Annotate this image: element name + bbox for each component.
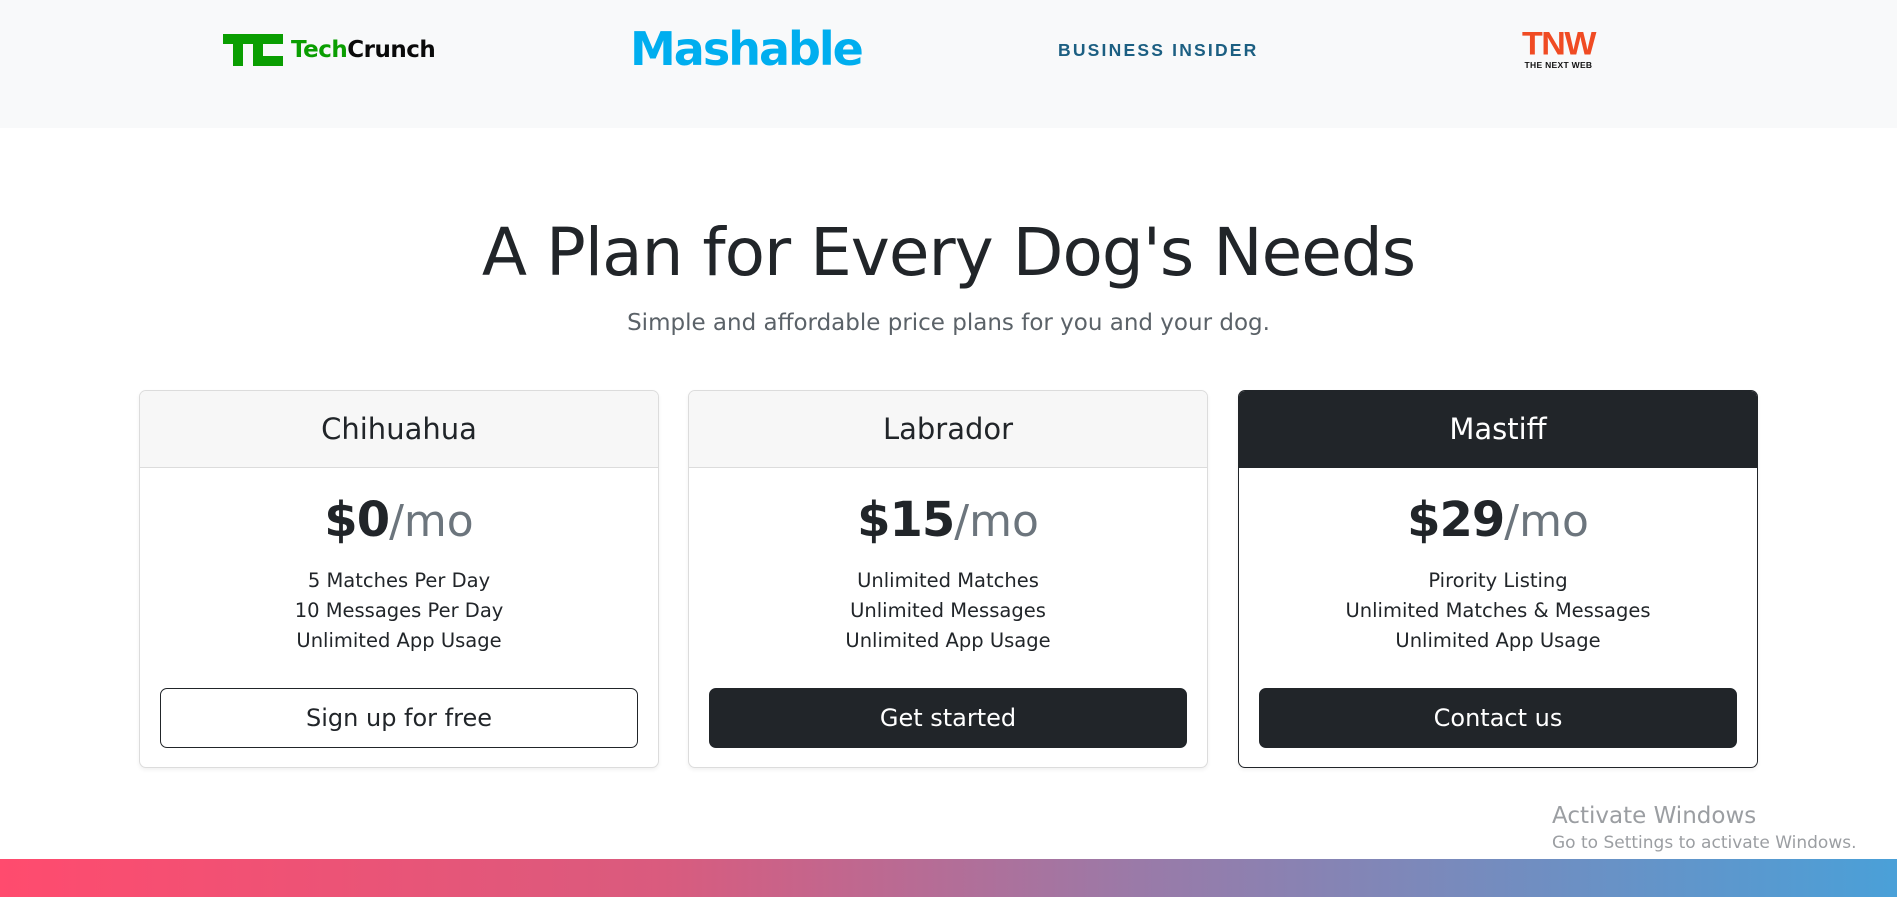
plan-features: Unlimited Matches Unlimited Messages Unl… [689,566,1207,656]
plan-feature: Unlimited Messages [850,599,1046,622]
plan-features: 5 Matches Per Day 10 Messages Per Day Un… [140,566,658,656]
plan-feature: Unlimited Matches [857,569,1039,592]
plan-name: Chihuahua [140,391,658,468]
mashable-logo: Mashable [630,22,864,76]
plan-feature: Unlimited Matches & Messages [1345,599,1651,622]
techcrunch-mark-icon [223,34,283,66]
plan-feature: Unlimited App Usage [845,629,1051,652]
plan-price-amount: $0 [324,492,390,548]
plan-name: Mastiff [1239,391,1757,468]
pricing-title: A Plan for Every Dog's Needs [481,214,1416,291]
tnw-logo: TNW THE NEXT WEB [1522,25,1596,70]
contact-us-button[interactable]: Contact us [1259,688,1737,748]
get-started-button[interactable]: Get started [709,688,1187,748]
plan-card-chihuahua: Chihuahua $0/mo 5 Matches Per Day 10 Mes… [139,390,659,768]
plan-feature: 5 Matches Per Day [307,569,491,592]
plan-price: $29/mo [1239,490,1757,552]
plan-feature: 10 Messages Per Day [294,599,504,622]
pricing-subtitle: Simple and affordable price plans for yo… [627,310,1270,336]
press-logos-section: TechCrunch Mashable BUSINESS INSIDER TNW… [0,0,1897,128]
plan-price-period: /mo [954,496,1039,547]
sign-up-free-button[interactable]: Sign up for free [160,688,638,748]
plan-features: Pirority Listing Unlimited Matches & Mes… [1239,566,1757,656]
plan-price: $15/mo [689,490,1207,552]
activate-windows-hint: Go to Settings to activate Windows. [1552,833,1857,853]
business-insider-logo: BUSINESS INSIDER [1058,40,1259,60]
plan-price-amount: $29 [1407,492,1505,548]
gradient-footer-band [0,859,1897,897]
plan-card-mastiff: Mastiff $29/mo Pirority Listing Unlimite… [1238,390,1758,768]
plan-feature: Pirority Listing [1428,569,1568,592]
activate-windows-title: Activate Windows [1552,803,1757,829]
tnw-mark: TNW [1522,25,1596,63]
plan-price: $0/mo [140,490,658,552]
plan-price-period: /mo [389,496,474,547]
plan-name: Labrador [689,391,1207,468]
techcrunch-logo: TechCrunch [223,34,436,66]
plan-feature: Unlimited App Usage [296,629,502,652]
plan-feature: Unlimited App Usage [1395,629,1601,652]
plan-price-amount: $15 [857,492,955,548]
techcrunch-word-suffix: Crunch [347,37,436,63]
activate-windows-watermark: Activate Windows Go to Settings to activ… [1552,803,1857,853]
techcrunch-word-prefix: Tech [291,37,348,63]
plan-price-period: /mo [1504,496,1589,547]
plan-card-labrador: Labrador $15/mo Unlimited Matches Unlimi… [688,390,1208,768]
